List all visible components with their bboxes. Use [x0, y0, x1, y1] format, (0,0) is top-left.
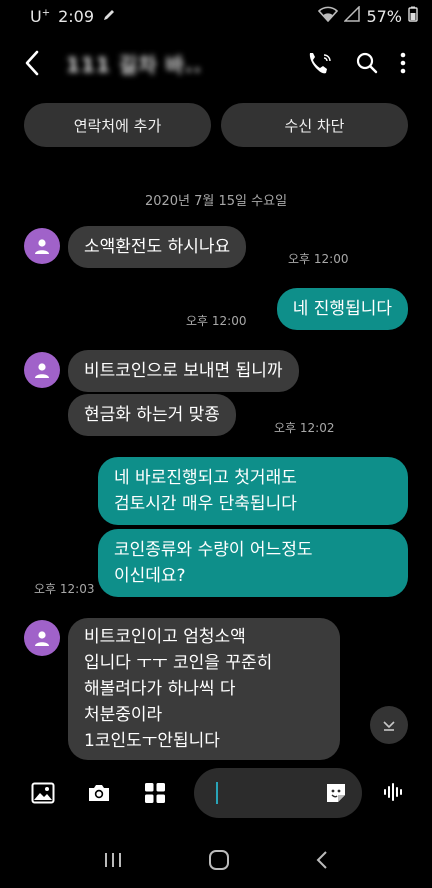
scroll-to-bottom-button[interactable]: [370, 706, 408, 744]
more-options-button[interactable]: [400, 52, 406, 74]
incoming-message[interactable]: 비트코인으로 보내면 됩니까: [68, 350, 299, 392]
avatar[interactable]: [24, 352, 60, 388]
battery-percent: 57%: [366, 6, 402, 26]
wifi-call-button[interactable]: [306, 51, 334, 75]
gallery-button[interactable]: [30, 780, 56, 806]
more-vertical-icon: [400, 52, 406, 74]
outgoing-message[interactable]: 네 진행됩니다: [276, 288, 408, 330]
apps-button[interactable]: [142, 780, 168, 806]
search-button[interactable]: [356, 52, 378, 74]
avatar[interactable]: [24, 620, 60, 656]
person-icon: [35, 631, 49, 646]
clock: 2:09: [58, 6, 95, 26]
search-icon: [356, 52, 378, 74]
back-icon: [316, 851, 328, 869]
nav-back-button[interactable]: [315, 850, 329, 874]
outgoing-message[interactable]: 네 바로진행되고 첫거래도 검토시간 매우 단축됩니다: [98, 457, 408, 525]
voice-input-button[interactable]: [382, 780, 406, 808]
wifi-icon: [318, 6, 339, 26]
message-time: 오후 12:03: [34, 582, 95, 596]
waveform-icon: [384, 783, 402, 801]
signal-icon: [343, 5, 361, 26]
status-bar: U+ 2:09 57%: [0, 0, 432, 32]
message-time: 오후 12:00: [186, 314, 247, 328]
text-cursor: [216, 782, 218, 804]
arrow-down-icon: [383, 721, 395, 731]
contact-name: 111 길차 바..: [66, 52, 203, 77]
pencil-icon: [102, 7, 116, 26]
carrier-label: U+: [30, 6, 51, 26]
person-icon: [35, 239, 49, 254]
recents-icon: [104, 853, 121, 867]
avatar[interactable]: [24, 228, 60, 264]
home-icon: [208, 850, 229, 870]
battery-icon: [408, 6, 418, 26]
phone-icon: [309, 53, 331, 74]
block-number-button[interactable]: 수신 차단: [221, 103, 408, 147]
outgoing-message[interactable]: 코인종류와 수량이 어느정도 이신데요?: [98, 529, 408, 597]
system-navigation-bar: [0, 836, 432, 888]
sticker-icon: [327, 784, 345, 802]
camera-button[interactable]: [86, 780, 112, 806]
camera-icon: [89, 785, 109, 801]
back-button[interactable]: [24, 50, 54, 76]
add-contact-button[interactable]: 연락처에 추가: [24, 103, 211, 147]
chevron-left-icon: [25, 50, 39, 76]
image-icon: [31, 782, 55, 804]
incoming-message[interactable]: 소액환전도 하시나요: [68, 226, 247, 268]
message-input[interactable]: [194, 768, 362, 818]
incoming-message[interactable]: 비트코인이고 엄청소액 입니다 ㅜㅜ 코인을 꾸준히 해볼려다가 하나씩 다 처…: [68, 618, 340, 760]
recent-apps-button[interactable]: [103, 851, 123, 873]
person-icon: [35, 363, 49, 378]
home-button[interactable]: [208, 849, 230, 875]
incoming-message[interactable]: 현금화 하는거 맞죵: [68, 394, 236, 436]
grid-icon: [145, 783, 165, 803]
message-time: 오후 12:02: [274, 421, 335, 435]
date-divider: 2020년 7월 15일 수요일: [144, 194, 288, 209]
message-composer: [0, 760, 432, 826]
message-time: 오후 12:00: [288, 252, 349, 266]
sticker-button[interactable]: [324, 781, 348, 809]
conversation-header: 111 길차 바..: [0, 36, 432, 90]
